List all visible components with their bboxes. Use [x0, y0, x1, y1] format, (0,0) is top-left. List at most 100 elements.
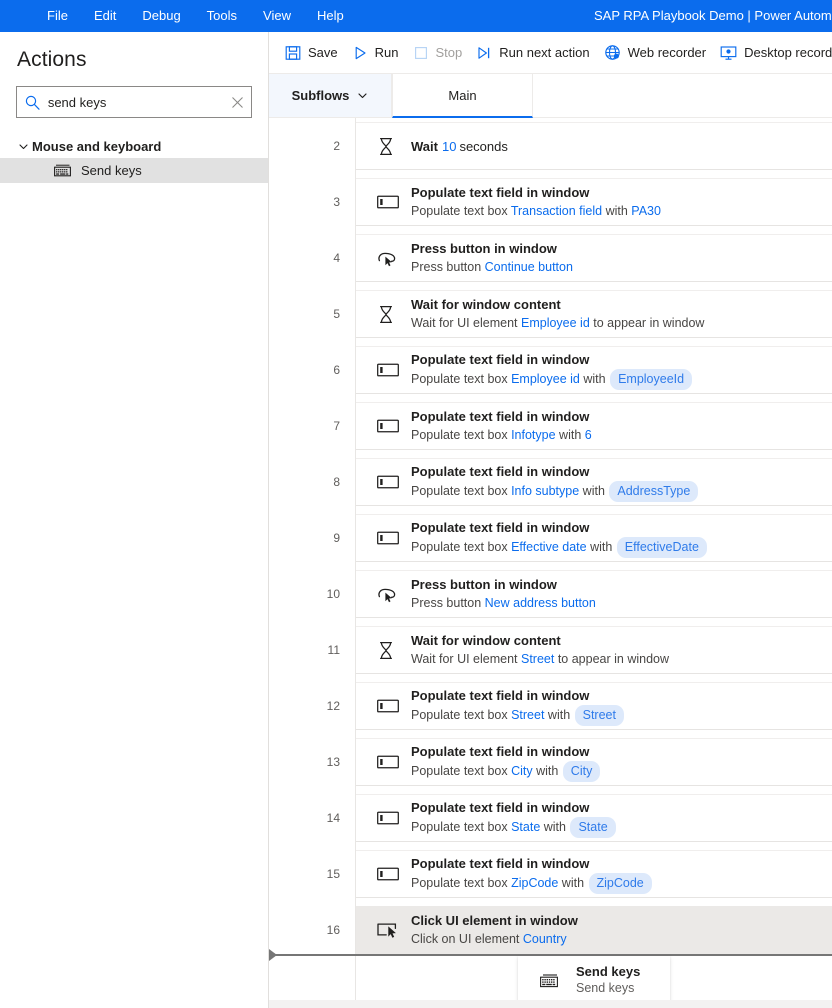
action-row[interactable]: 16Click UI element in windowClick on UI … — [269, 902, 832, 958]
action-subtitle-text: Populate text box — [411, 708, 511, 722]
flow-action-list: 2Wait10seconds3 Populate text field in wi… — [269, 118, 832, 1008]
action-row[interactable]: 15Populate text field in windowPopulate … — [269, 846, 832, 902]
action-row[interactable]: 14Populate text field in windowPopulate … — [269, 790, 832, 846]
tab-main-label: Main — [448, 88, 476, 103]
action-row-unit: seconds — [459, 139, 507, 154]
action-parameter-link[interactable]: Street — [511, 708, 544, 722]
action-row-text: Populate text field in windowPopulate te… — [411, 855, 653, 894]
action-row-card[interactable]: Wait for window contentWait for UI eleme… — [356, 626, 832, 674]
variable-chip[interactable]: AddressType — [609, 481, 698, 502]
variable-chip[interactable]: State — [570, 817, 615, 838]
action-row-text: Populate text field in windowPopulate te… — [411, 184, 661, 220]
action-parameter-link[interactable]: PA30 — [631, 204, 661, 218]
action-row-title: Populate text field in window — [411, 184, 661, 201]
action-parameter-link[interactable]: Employee id — [511, 372, 580, 386]
action-parameter-link[interactable]: City — [511, 764, 533, 778]
action-row[interactable]: 6Populate text field in windowPopulate t… — [269, 342, 832, 398]
action-row[interactable]: 4Press button in windowPress button Cont… — [269, 230, 832, 286]
action-parameter-link[interactable]: Employee id — [521, 316, 590, 330]
menu-file[interactable]: File — [34, 0, 81, 32]
action-row-card[interactable]: Populate text field in windowPopulate te… — [356, 738, 832, 786]
action-row-card[interactable]: Populate text field in windowPopulate te… — [356, 850, 832, 898]
action-row-card[interactable]: Populate text field in windowPopulate te… — [356, 682, 832, 730]
variable-chip[interactable]: EffectiveDate — [617, 537, 707, 558]
action-parameter-link[interactable]: Effective date — [511, 540, 587, 554]
action-row[interactable]: 3 Populate text field in windowPopulate t… — [269, 174, 832, 230]
action-row-subtitle: Populate text box Transaction field with… — [411, 202, 661, 220]
textbox-icon — [377, 810, 411, 826]
action-parameter-link[interactable]: Info subtype — [511, 484, 579, 498]
action-subtitle-text: with — [580, 372, 609, 386]
web-recorder-button[interactable]: Web recorder — [597, 38, 714, 68]
action-parameter-link[interactable]: Country — [523, 932, 567, 946]
action-row[interactable]: 5Wait for window contentWait for UI elem… — [269, 286, 832, 342]
search-input[interactable] — [48, 95, 224, 110]
variable-chip[interactable]: EmployeeId — [610, 369, 692, 390]
save-button[interactable]: Save — [278, 38, 345, 68]
action-subtitle-text: Populate text box — [411, 820, 511, 834]
title-bar: File Edit Debug Tools View Help SAP RPA … — [0, 0, 832, 32]
tree-item-label: Send keys — [81, 163, 142, 178]
menu-edit[interactable]: Edit — [81, 0, 129, 32]
menu-view[interactable]: View — [250, 0, 304, 32]
action-row-card[interactable]: Press button in windowPress button New a… — [356, 570, 832, 618]
tab-main[interactable]: Main — [392, 74, 533, 118]
variable-chip[interactable]: ZipCode — [589, 873, 652, 894]
action-row-card[interactable]: Press button in windowPress button Conti… — [356, 234, 832, 282]
action-parameter-link[interactable]: Infotype — [511, 428, 555, 442]
textbox-icon — [377, 362, 411, 378]
action-row-number: 5 — [269, 286, 356, 342]
action-parameter-link[interactable]: Street — [521, 652, 554, 666]
action-row-card[interactable]: Populate text field in windowPopulate te… — [356, 178, 832, 226]
run-button[interactable]: Run — [345, 38, 406, 68]
close-icon[interactable] — [224, 87, 251, 117]
action-row[interactable]: 10Press button in windowPress button New… — [269, 566, 832, 622]
variable-chip[interactable]: City — [563, 761, 601, 782]
action-parameter-link[interactable]: Continue button — [485, 260, 573, 274]
action-row-card[interactable]: Click UI element in windowClick on UI el… — [356, 906, 832, 954]
menu-debug[interactable]: Debug — [129, 0, 193, 32]
action-row[interactable]: 9Populate text field in windowPopulate t… — [269, 510, 832, 566]
action-row-card[interactable]: Populate text field in windowPopulate te… — [356, 458, 832, 506]
action-row[interactable]: 2Wait10seconds — [269, 118, 832, 174]
action-parameter-link[interactable]: State — [511, 820, 540, 834]
save-icon — [285, 45, 301, 61]
action-row-number: 13 — [269, 734, 356, 790]
action-row[interactable]: 12Populate text field in windowPopulate … — [269, 678, 832, 734]
tree-group-mouse-and-keyboard[interactable]: Mouse and keyboard — [0, 134, 268, 158]
run-next-action-label: Run next action — [499, 45, 589, 60]
action-row-text: Press button in windowPress button New a… — [411, 576, 596, 612]
menu-help[interactable]: Help — [304, 0, 357, 32]
variable-chip[interactable]: Street — [575, 705, 624, 726]
tab-subflows[interactable]: Subflows — [269, 74, 392, 117]
menu-tools[interactable]: Tools — [194, 0, 250, 32]
run-next-action-button[interactable]: Run next action — [469, 38, 596, 68]
action-row-text: Wait for window contentWait for UI eleme… — [411, 632, 669, 668]
action-parameter-link[interactable]: New address button — [485, 596, 596, 610]
action-parameter-link[interactable]: Transaction field — [511, 204, 602, 218]
drag-ghost-title: Send keys — [576, 963, 640, 980]
action-row-card[interactable]: Populate text field in windowPopulate te… — [356, 514, 832, 562]
action-subtitle-text: with — [540, 820, 569, 834]
action-row-number: 4 — [269, 230, 356, 286]
actions-search-box[interactable] — [16, 86, 252, 118]
action-row[interactable]: 13Populate text field in windowPopulate … — [269, 734, 832, 790]
textbox-icon — [377, 418, 411, 434]
action-row-card[interactable]: Wait for window contentWait for UI eleme… — [356, 290, 832, 338]
status-bar — [269, 1000, 832, 1008]
action-row-text: Populate text field in windowPopulate te… — [411, 408, 592, 444]
action-row[interactable]: 8Populate text field in windowPopulate t… — [269, 454, 832, 510]
action-row[interactable]: 11Wait for window contentWait for UI ele… — [269, 622, 832, 678]
action-row-number: 9 — [269, 510, 356, 566]
action-row-number: 3 — [269, 174, 356, 230]
action-parameter-link[interactable]: 6 — [585, 428, 592, 442]
action-row-card[interactable]: Populate text field in windowPopulate te… — [356, 794, 832, 842]
action-parameter-link[interactable]: ZipCode — [511, 876, 558, 890]
tree-item-send-keys[interactable]: Send keys — [0, 158, 268, 183]
action-row[interactable]: 7Populate text field in windowPopulate t… — [269, 398, 832, 454]
action-row-card[interactable]: Populate text field in windowPopulate te… — [356, 346, 832, 394]
desktop-recorder-button[interactable]: Desktop recorder — [713, 38, 832, 68]
action-row-card[interactable]: Populate text field in windowPopulate te… — [356, 402, 832, 450]
action-row-card[interactable]: Wait10seconds — [356, 122, 832, 170]
action-row-subtitle: Populate text box Effective date with Ef… — [411, 537, 708, 558]
